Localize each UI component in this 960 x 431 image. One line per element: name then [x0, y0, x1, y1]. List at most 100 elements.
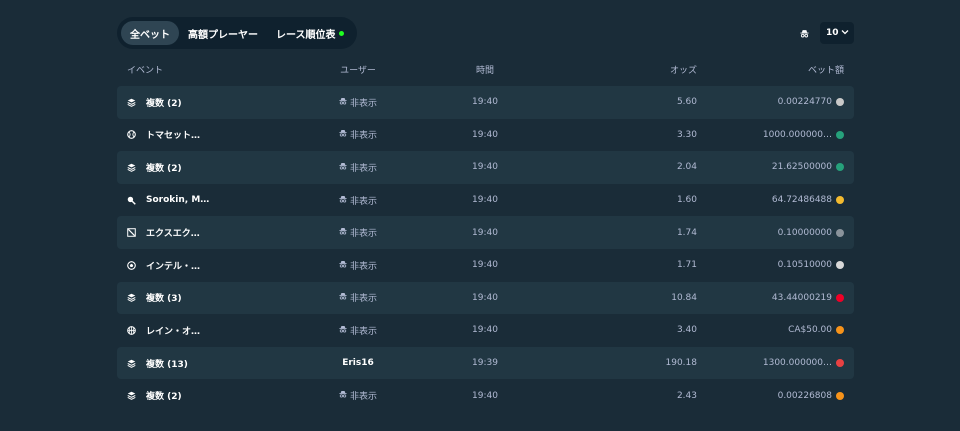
event-cell[interactable]: エクスエク… — [127, 216, 200, 249]
stack-icon — [127, 293, 141, 303]
live-indicator-dot — [338, 30, 344, 36]
incognito-icon — [339, 292, 350, 303]
stack-icon — [127, 163, 141, 172]
user-cell: 非表示 — [302, 379, 414, 412]
table-row[interactable]: 複数 (2) 非表示 19:40 2.43 0.00226808 — [117, 379, 854, 412]
stack-icon — [127, 391, 141, 400]
incognito-icon — [339, 129, 350, 140]
table-row[interactable]: トマセット… 非表示 19:40 3.30 1000.000000… — [117, 119, 854, 152]
bets-table-body: 複数 (2) 非表示 19:40 5.60 0.00224770 トマセット… … — [117, 86, 854, 412]
bet-amount-cell: 0.00224770 — [778, 86, 844, 119]
tennis-ball-icon — [127, 130, 141, 140]
odds-cell: 1.60 — [676, 195, 697, 206]
event-cell[interactable]: トマセット… — [127, 119, 200, 152]
odds-cell: 10.84 — [671, 292, 697, 303]
page-size-select[interactable]: 10 — [820, 22, 854, 44]
tab-race-leaderboard[interactable]: レース順位表 — [267, 21, 353, 45]
table-row[interactable]: 複数 (13) Eris16 19:39 190.18 1300.000000… — [117, 346, 854, 380]
table-row[interactable]: Sorokin, M… 非表示 19:40 1.60 64.72486488 — [117, 184, 854, 217]
column-header-event: イベント — [127, 66, 164, 76]
user-cell: 非表示 — [302, 86, 414, 119]
bet-amount-cell: 1000.000000… — [763, 119, 844, 152]
event-cell[interactable]: 複数 (2) — [127, 379, 182, 412]
table-row[interactable]: レイン・オ… 非表示 19:40 3.40 CA$50.00 — [117, 314, 854, 347]
table-row[interactable]: エクスエク… 非表示 19:40 1.74 0.10000000 — [117, 216, 854, 249]
event-cell[interactable]: Sorokin, M… — [127, 184, 209, 217]
odds-cell: 2.04 — [676, 162, 697, 173]
odds-cell: 1.71 — [676, 260, 697, 271]
soccer-ball-icon — [127, 260, 141, 270]
odds-cell: 190.18 — [665, 358, 698, 369]
incognito-icon — [339, 390, 350, 401]
stack-icon — [127, 359, 141, 368]
currency-coin-icon — [836, 326, 844, 335]
event-cell[interactable]: 複数 (3) — [127, 282, 182, 315]
stack-icon — [127, 98, 141, 107]
page-size-control: 10 — [798, 22, 854, 44]
table-tennis-icon — [127, 196, 141, 205]
user-cell: 非表示 — [302, 216, 414, 249]
time-cell: 19:40 — [472, 129, 498, 140]
incognito-icon — [339, 325, 350, 336]
odds-cell: 5.60 — [676, 97, 697, 108]
odds-cell: 2.43 — [676, 390, 697, 401]
incognito-icon — [798, 27, 810, 39]
table-header: イベント ユーザー 時間 オッズ ベット額 — [117, 49, 854, 85]
user-cell: 非表示 — [302, 314, 414, 347]
table-row[interactable]: 複数 (2) 非表示 19:40 5.60 0.00224770 — [117, 86, 854, 119]
column-header-odds: オッズ — [669, 66, 697, 76]
bet-amount-cell: 1300.000000… — [763, 347, 844, 380]
column-header-user: ユーザー — [340, 66, 376, 76]
event-cell[interactable]: レイン・オ… — [127, 314, 200, 347]
bet-amount-cell: 64.72486488 — [772, 184, 844, 217]
event-cell[interactable]: 複数 (2) — [127, 151, 182, 184]
bet-amount-cell: 0.00226808 — [778, 379, 844, 412]
currency-coin-icon — [836, 130, 844, 139]
time-cell: 19:40 — [472, 260, 498, 271]
chevron-down-icon — [841, 28, 849, 39]
event-cell[interactable]: 複数 (13) — [127, 347, 188, 380]
currency-coin-icon — [836, 163, 844, 172]
time-cell: 19:40 — [472, 162, 498, 173]
table-row[interactable]: インテル・… 非表示 19:40 1.71 0.10510000 — [117, 249, 854, 282]
bet-amount-cell: 0.10000000 — [778, 216, 844, 249]
table-row[interactable]: 複数 (3) 非表示 19:40 10.84 43.44000219 — [117, 281, 854, 315]
incognito-icon — [339, 162, 350, 173]
odds-cell: 3.30 — [676, 129, 697, 140]
bet-amount-cell: 21.62500000 — [772, 151, 844, 184]
time-cell: 19:40 — [472, 325, 498, 336]
time-cell: 19:40 — [472, 97, 498, 108]
incognito-icon — [339, 195, 350, 206]
currency-coin-icon — [836, 261, 844, 270]
time-cell: 19:39 — [472, 358, 498, 369]
time-cell: 19:40 — [472, 292, 498, 303]
currency-coin-icon — [836, 293, 844, 302]
bet-amount-cell: 43.44000219 — [772, 282, 844, 315]
currency-coin-icon — [836, 359, 844, 368]
user-cell[interactable]: Eris16 — [302, 347, 414, 380]
user-cell: 非表示 — [302, 119, 414, 152]
time-cell: 19:40 — [472, 390, 498, 401]
user-cell: 非表示 — [302, 184, 414, 217]
table-row[interactable]: 複数 (2) 非表示 19:40 2.04 21.62500000 — [117, 151, 854, 184]
bets-toolbar: 全ベット 高額プレーヤー レース順位表 10 — [117, 17, 854, 49]
currency-coin-icon — [836, 98, 844, 107]
user-cell: 非表示 — [302, 249, 414, 282]
bet-amount-cell: CA$50.00 — [788, 314, 844, 347]
time-cell: 19:40 — [472, 195, 498, 206]
incognito-icon — [339, 227, 350, 238]
esports-icon — [127, 228, 141, 237]
column-header-bet-amount: ベット額 — [807, 66, 844, 76]
basketball-icon — [127, 326, 141, 335]
currency-coin-icon — [836, 196, 844, 205]
incognito-icon — [339, 260, 350, 271]
tab-all-bets[interactable]: 全ベット — [121, 21, 179, 45]
bets-panel: 全ベット 高額プレーヤー レース順位表 10 イベント ユーザー 時間 オッズ … — [117, 17, 854, 85]
currency-coin-icon — [836, 228, 844, 237]
bet-tabs: 全ベット 高額プレーヤー レース順位表 — [117, 17, 357, 49]
event-cell[interactable]: インテル・… — [127, 249, 200, 282]
currency-coin-icon — [836, 391, 844, 400]
event-cell[interactable]: 複数 (2) — [127, 86, 182, 119]
user-cell: 非表示 — [302, 151, 414, 184]
tab-high-rollers[interactable]: 高額プレーヤー — [179, 21, 267, 45]
